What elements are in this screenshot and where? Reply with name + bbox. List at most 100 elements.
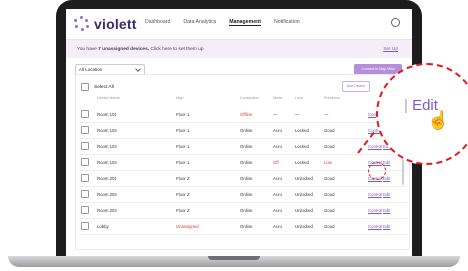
edit-link[interactable]: Edit xyxy=(383,192,390,197)
select-all[interactable]: Select All xyxy=(81,83,114,91)
connection-cell: Online xyxy=(240,208,253,213)
edit-link[interactable]: Edit xyxy=(383,208,390,213)
row-checkbox[interactable] xyxy=(81,190,89,198)
unassigned-banner: You have 7 unassigned devices. Click her… xyxy=(66,40,412,58)
lock-cell: — xyxy=(295,112,300,117)
nav-notification[interactable]: Notification xyxy=(274,19,300,26)
header-presence[interactable]: Presence xyxy=(324,96,340,100)
zoom-callout xyxy=(376,63,468,165)
callout-target-ring xyxy=(368,162,386,180)
device-name-cell: Lobby xyxy=(97,224,109,229)
row-checkbox[interactable] xyxy=(81,126,89,134)
presence-cell: — xyxy=(324,112,329,117)
mode-cell: Acro xyxy=(273,144,282,149)
gear-icon[interactable] xyxy=(391,18,400,27)
banner-suffix: Click here to set them up xyxy=(149,47,204,52)
nav-dashboard[interactable]: Dashboard xyxy=(145,19,170,26)
edit-link[interactable]: Edit xyxy=(383,176,390,181)
logo-icon xyxy=(74,16,90,32)
link-separator: | xyxy=(380,208,382,213)
mode-cell: Acro xyxy=(273,176,282,181)
mode-cell: Acro xyxy=(273,128,282,133)
row-checkbox[interactable] xyxy=(81,158,89,166)
device-name-cell: Room 202 xyxy=(97,192,117,197)
table-row: Lobby Unassigned Online Acro Unlocked Good Con… xyxy=(81,218,406,235)
row-checkbox[interactable] xyxy=(81,222,89,230)
device-name-cell: Room 102 xyxy=(97,128,117,133)
nav-management[interactable]: Management xyxy=(229,19,261,26)
table-row: Room 202 Floor 2 Online Acro Unlocked Good Con… xyxy=(81,186,406,203)
connection-cell: Online xyxy=(240,176,253,181)
link-separator: | xyxy=(380,224,382,229)
lock-cell: Unlocked xyxy=(295,192,313,197)
logo-text: violett xyxy=(94,16,137,32)
header-device-name: Device Name xyxy=(97,96,120,100)
header-lock[interactable]: Lock xyxy=(295,96,303,100)
connection-cell: Online xyxy=(240,160,253,165)
presence-cell: Good xyxy=(324,208,335,213)
lock-cell: Locked xyxy=(295,144,309,149)
device-name-cell: Room 201 xyxy=(97,176,117,181)
device-name-cell: Room 104 xyxy=(97,160,117,165)
mode-cell: Acro xyxy=(273,224,282,229)
map-cell: Floor 1 xyxy=(176,128,190,133)
top-nav: violett Dashboard Data Analytics Managem… xyxy=(66,9,412,40)
zoom-separator: | xyxy=(404,97,408,114)
logo[interactable]: violett xyxy=(74,16,137,32)
map-cell: Floor 2 xyxy=(176,176,190,181)
set-up-link[interactable]: Set Up xyxy=(383,47,398,52)
mode-cell: Acro xyxy=(273,192,282,197)
header-map: Map xyxy=(176,96,184,100)
banner-count: 7 unassigned devices. xyxy=(98,47,150,52)
lock-cell: Unlocked xyxy=(295,208,313,213)
device-name-cell: Room 203 xyxy=(97,208,117,213)
select-all-label: Select All xyxy=(94,84,114,90)
table-row: Room 102 Floor 1 Online Acro Locked Good Contr… xyxy=(81,122,406,139)
connection-cell: Online xyxy=(240,144,253,149)
edit-link[interactable]: Edit xyxy=(383,224,390,229)
lock-cell: Unlocked xyxy=(295,224,313,229)
row-checkbox[interactable] xyxy=(81,110,89,118)
map-cell: Floor 2 xyxy=(176,192,190,197)
table-row: Room 203 Floor 2 Online Acro Unlocked Good Con… xyxy=(81,202,406,219)
map-cell: Floor 2 xyxy=(176,208,190,213)
header-mode[interactable]: Mode xyxy=(273,96,283,100)
connection-cell: Offline xyxy=(240,112,253,117)
edit-link[interactable]: Edit xyxy=(383,160,390,165)
map-cell: Floor 1 xyxy=(176,144,190,149)
row-checkbox[interactable] xyxy=(81,206,89,214)
header-connection[interactable]: Connection xyxy=(240,96,259,100)
banner-message: You have 7 unassigned devices. Click her… xyxy=(77,47,204,52)
mode-cell: — xyxy=(273,112,278,117)
table-row: Room 101Floor 1Offline———Control|Edit xyxy=(81,106,406,123)
add-device-button[interactable]: Add Device xyxy=(342,81,370,92)
map-cell: Floor 1 xyxy=(176,160,190,165)
laptop-mockup: violett Dashboard Data Analytics Managem… xyxy=(0,0,468,271)
row-checkbox[interactable] xyxy=(81,142,89,150)
location-value: All Location xyxy=(79,67,103,72)
laptop-notch xyxy=(208,256,260,260)
presence-cell: Good xyxy=(324,224,335,229)
hand-cursor-icon: ☝ xyxy=(427,110,450,130)
row-checkbox[interactable] xyxy=(81,174,89,182)
lock-cell: Locked xyxy=(295,160,309,165)
connection-cell: Online xyxy=(240,128,253,133)
presence-cell: Good xyxy=(324,192,335,197)
presence-cell: Low xyxy=(324,160,332,165)
presence-cell: Good xyxy=(324,128,335,133)
select-all-checkbox[interactable] xyxy=(81,83,89,91)
map-cell: Unassigned xyxy=(176,224,199,229)
map-cell: Floor 1 xyxy=(176,112,190,117)
chevron-down-icon xyxy=(135,66,141,72)
mode-cell: Off xyxy=(273,160,279,165)
nav-data-analytics[interactable]: Data Analytics xyxy=(183,19,216,26)
device-name-cell: Room 103 xyxy=(97,144,117,149)
link-separator: | xyxy=(380,144,382,149)
lock-cell: Locked xyxy=(295,128,309,133)
connection-cell: Online xyxy=(240,224,253,229)
presence-cell: Good xyxy=(324,176,335,181)
mode-cell: Acro xyxy=(273,208,282,213)
table-row: Room 201 Floor 2 Online Acro Unlocked Good Con… xyxy=(81,170,406,187)
table-row: Room 104 Floor 1 Online Off Locked Low Control… xyxy=(81,154,406,171)
lock-cell: Unlocked xyxy=(295,176,313,181)
